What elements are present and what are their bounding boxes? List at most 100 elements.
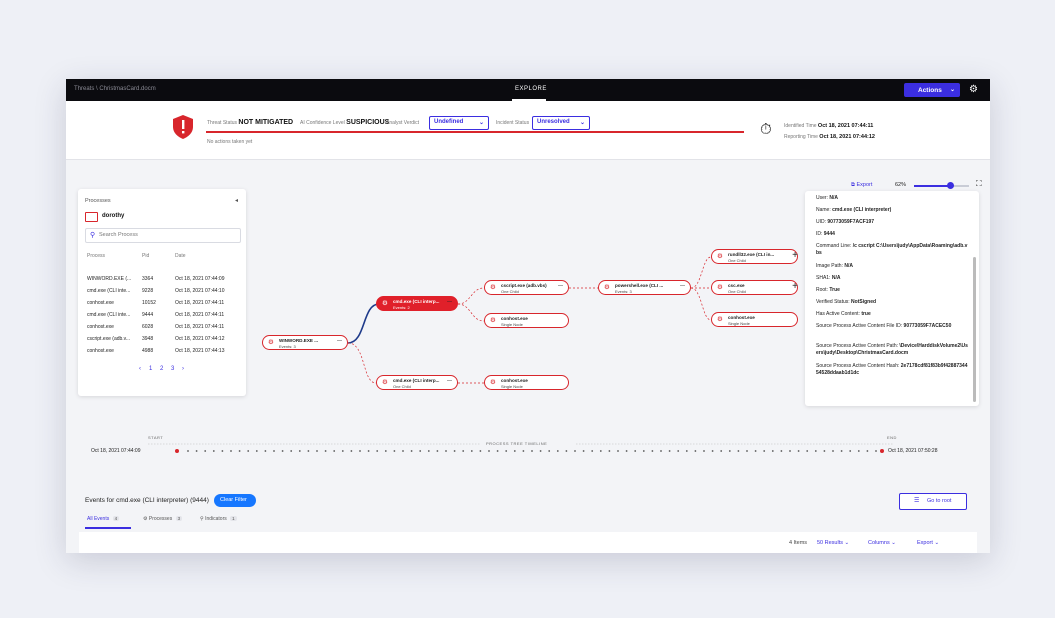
timeline-end-marker[interactable] — [880, 449, 884, 453]
ai-confidence: AI Confidence Level SUSPICIOUS — [300, 119, 389, 126]
count-badge: 1 — [230, 516, 237, 521]
detail-label: Source Process Active Content File ID: — [816, 323, 903, 329]
gear-icon[interactable]: ⚙ — [969, 84, 978, 95]
expand-icon[interactable]: + — [792, 281, 798, 293]
timeline-tick — [255, 450, 258, 452]
tree-node-cmd-selected[interactable]: ⚙ cmd.exe (CLI interp... Events: 2 — — [376, 296, 458, 311]
table-row[interactable]: cscript.exe (adb.v... 3948 Oct 18, 2021 … — [78, 336, 246, 348]
pager-page-3[interactable]: 3 — [171, 366, 174, 372]
pager-page-2[interactable]: 2 — [160, 366, 163, 372]
gear-process-icon: ⚙ — [490, 284, 496, 291]
breadcrumb[interactable]: Threats \ ChristmasCard.docm — [74, 86, 156, 92]
tab-explore[interactable]: EXPLORE — [515, 86, 547, 92]
incident-status-select[interactable]: Unresolved ⌄ — [532, 116, 590, 130]
detail-label: Image Path: — [816, 263, 843, 269]
clear-filter-button[interactable]: Clear Filter — [214, 494, 256, 507]
row-process: cmd.exe (CLI inte... — [87, 288, 131, 294]
timeline-tick — [273, 450, 275, 452]
gear-process-icon: ⚙ — [382, 379, 388, 386]
tree-node-winword[interactable]: ⚙ WINWORD.EXE ... Events: 3 — — [262, 335, 348, 350]
tab-all-events[interactable]: All Events 4 — [87, 516, 120, 522]
detail-label: UID: — [816, 219, 826, 225]
app-window: Threats \ ChristmasCard.docm EXPLORE Act… — [66, 79, 990, 553]
collapse-icon[interactable]: — — [447, 378, 452, 384]
actions-button[interactable]: Actions ⌄ — [904, 83, 960, 97]
timeline-tick — [565, 450, 568, 452]
tree-node-conhost-2[interactable]: ⚙ conhost.exe Single Node — [484, 375, 569, 390]
table-row[interactable]: WINWORD.EXE (... 3364 Oct 18, 2021 07:44… — [78, 276, 246, 288]
export-table-select[interactable]: Export ⌄ — [917, 540, 939, 546]
tree-node-cscript[interactable]: ⚙ cscript.exe (adb.vbs) One Child — — [484, 280, 569, 295]
node-sub: Events: 3 — [279, 343, 296, 349]
table-row[interactable]: conhost.exe 6028 Oct 18, 2021 07:44:11 — [78, 324, 246, 336]
timeline-tick — [195, 450, 198, 452]
pager-page-1[interactable]: 1 — [149, 366, 152, 372]
detail-line: SHA1: N/A — [816, 275, 968, 282]
table-row[interactable]: conhost.exe 10152 Oct 18, 2021 07:44:11 — [78, 300, 246, 312]
timeline-tick — [531, 450, 533, 452]
timeline-tick — [840, 450, 843, 452]
scrollbar[interactable] — [973, 257, 976, 402]
chevron-down-icon: ⌄ — [934, 540, 940, 546]
clear-filter-label: Clear Filter — [220, 497, 247, 503]
zoom-slider[interactable] — [914, 182, 969, 189]
timeline-tick — [685, 450, 688, 452]
columns-select[interactable]: Columns ⌄ — [868, 540, 896, 546]
pager-next[interactable]: › — [182, 366, 184, 372]
analyst-verdict-select[interactable]: Undefined ⌄ — [429, 116, 489, 130]
node-name: conhost.exe — [501, 378, 528, 383]
tree-node-csc[interactable]: ⚙ csc.exe One Child + — [711, 280, 798, 295]
chevron-down-icon: ⌄ — [478, 120, 484, 126]
row-pid: 3948 — [142, 336, 154, 342]
header-pid: Pid — [142, 253, 150, 259]
timeline-tick — [720, 450, 723, 452]
tab-processes[interactable]: ⚙ Processes 3 — [143, 516, 183, 522]
results-per-page-select[interactable]: 50 Results ⌄ — [817, 540, 849, 546]
tree-node-rundll32[interactable]: ⚙ rundll32.exe (CLI in... One Child + — [711, 249, 798, 264]
actions-label: Actions — [918, 87, 942, 94]
table-row[interactable]: cmd.exe (CLI inte... 9444 Oct 18, 2021 0… — [78, 312, 246, 324]
export-button[interactable]: ⧉ Export — [851, 182, 872, 189]
tree-node-conhost-3[interactable]: ⚙ conhost.exe Single Node — [711, 312, 798, 327]
process-tree-canvas[interactable]: ⚙ WINWORD.EXE ... Events: 3 — ⚙ cmd.exe … — [66, 160, 990, 414]
timeline-tick — [204, 450, 207, 452]
timeline-tick — [479, 450, 482, 452]
collapse-icon[interactable]: — — [447, 299, 452, 305]
collapse-panel-icon[interactable]: ◂ — [235, 197, 238, 204]
zoom-slider-handle[interactable] — [946, 182, 954, 189]
tab-indicators[interactable]: ⚲ Indicators 1 — [200, 516, 237, 522]
stopwatch-icon: ⏱ — [760, 121, 772, 138]
collapse-icon[interactable]: — — [337, 338, 342, 344]
node-sub: Events: 2 — [393, 304, 410, 310]
table-row[interactable]: cmd.exe (CLI inte... 9228 Oct 18, 2021 0… — [78, 288, 246, 300]
node-sub: Events: 3 — [615, 288, 632, 294]
process-tree-timeline: START PROCESS TREE TIMELINE END Oct 18, … — [66, 414, 990, 484]
timeline-tick — [350, 450, 353, 452]
go-to-root-button[interactable]: ☰ Go to root — [899, 493, 967, 510]
table-row[interactable]: conhost.exe 4988 Oct 18, 2021 07:44:13 — [78, 348, 246, 360]
collapse-icon[interactable]: — — [680, 283, 685, 289]
threat-status: Threat Status NOT MITIGATED — [207, 119, 293, 126]
timeline-tick — [247, 450, 250, 452]
tree-node-cmd-2[interactable]: ⚙ cmd.exe (CLI interp... One Child — — [376, 375, 458, 390]
detail-line: Root: True — [816, 287, 968, 294]
tree-node-conhost-1[interactable]: ⚙ conhost.exe Single Node — [484, 313, 569, 328]
detail-value: N/A — [831, 275, 841, 281]
analyst-verdict-label: Analyst Verdict — [386, 120, 420, 126]
expand-icon[interactable]: + — [792, 250, 798, 262]
results-label: 50 Results — [817, 540, 843, 546]
timeline-tick — [230, 450, 232, 452]
pager-prev[interactable]: ‹ — [139, 366, 141, 372]
tree-node-powershell[interactable]: ⚙ powershell.exe (CLI ... Events: 3 — — [598, 280, 691, 295]
timeline-tick — [548, 450, 551, 452]
collapse-icon[interactable]: — — [558, 283, 563, 289]
timeline-track[interactable] — [66, 414, 990, 474]
detail-label: Name: — [816, 207, 831, 213]
fullscreen-icon[interactable]: ⛶ — [976, 179, 982, 189]
timeline-tick — [367, 450, 370, 452]
timeline-tick — [832, 450, 834, 452]
timeline-start-marker[interactable] — [175, 449, 179, 453]
search-process-input[interactable]: ⚲ Search Process — [85, 228, 241, 243]
header-process: Process — [87, 253, 106, 259]
timeline-tick — [574, 450, 576, 452]
